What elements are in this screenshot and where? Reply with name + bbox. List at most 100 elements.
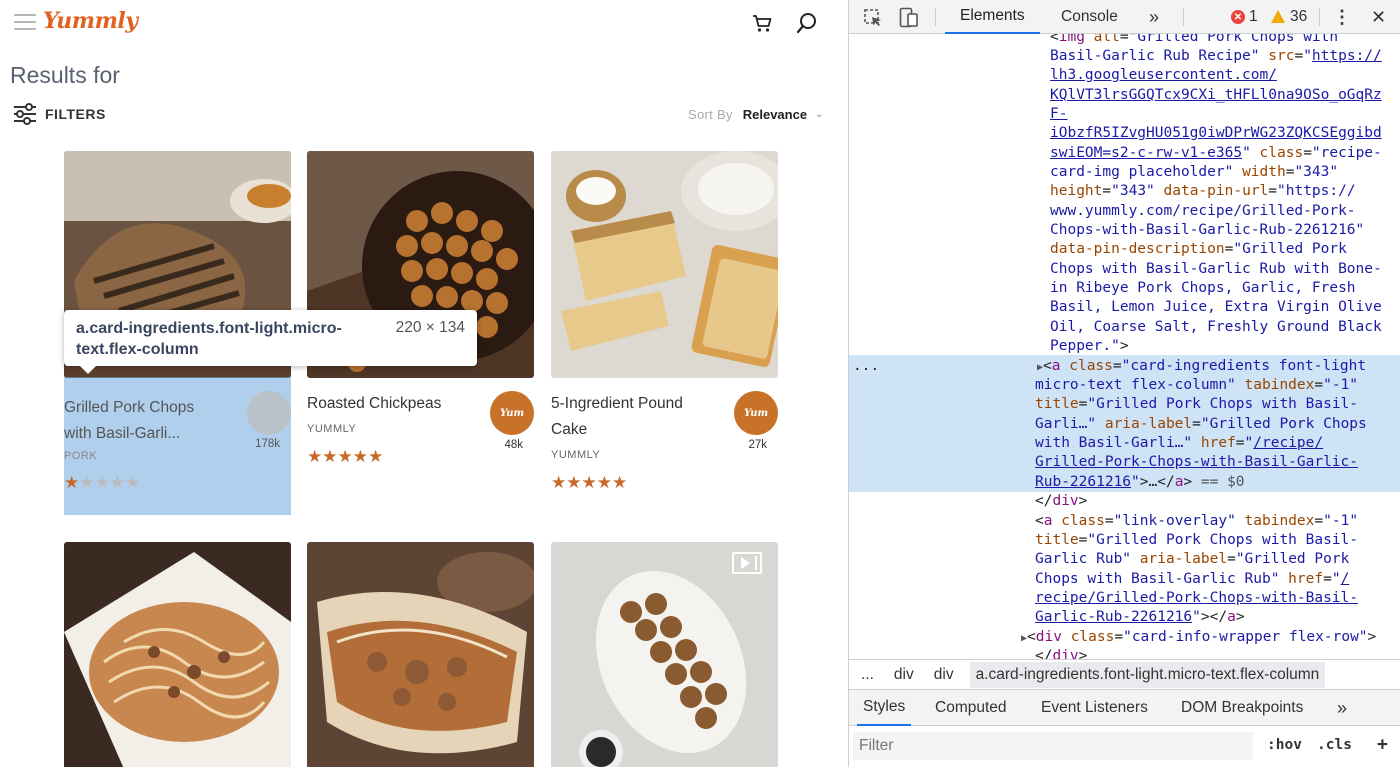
recipe-card[interactable]: 5-Ingredient Pound Cake YUMMLY ★★★★★ Yum … (551, 151, 778, 492)
dom-line[interactable]: data-pin-description="Grilled Pork (1050, 240, 1347, 259)
recipe-card[interactable] (551, 542, 778, 767)
recipe-image[interactable] (307, 542, 534, 767)
dom-line[interactable]: swiEOM=s2-c-rw-v1-e365" class="recipe- (1050, 144, 1382, 163)
star-rating: ★★★★★ (307, 447, 384, 466)
yummly-logo[interactable]: Yummly (43, 8, 138, 34)
yum-button[interactable]: Yum (490, 391, 534, 435)
breadcrumb-item[interactable]: ... (861, 666, 874, 684)
dom-line[interactable]: title="Grilled Pork Chops with Basil- (1035, 531, 1358, 550)
breadcrumb: ... div div a.card-ingredients.font-ligh… (849, 659, 1400, 690)
dom-line[interactable]: in Ribeye Pork Chops, Garlic, Fresh (1050, 279, 1356, 298)
recipe-card[interactable] (307, 542, 534, 767)
tab-dom-breakpoints[interactable]: DOM Breakpoints (1181, 690, 1303, 726)
styles-filter-bar: Filter :hov .cls + (849, 726, 1400, 767)
device-toolbar-icon[interactable] (899, 7, 919, 29)
dom-line[interactable]: Chops with Basil-Garlic Rub with Bone- (1050, 260, 1382, 279)
recipe-title[interactable]: Roasted Chickpeas (307, 391, 477, 417)
hov-toggle[interactable]: :hov (1267, 737, 1302, 753)
dom-line[interactable]: iObzfR5IZvgHU051g0iwDPrWG23ZQKCSEggibd (1050, 124, 1382, 143)
filters-button[interactable]: FILTERS (13, 103, 106, 125)
dom-line[interactable]: <a class="link-overlay" tabindex="-1" (1035, 512, 1358, 531)
error-count[interactable]: ✕ 1 (1231, 0, 1258, 34)
dom-line-selected[interactable]: micro-text flex-column" tabindex="-1" (1035, 376, 1358, 395)
cls-toggle[interactable]: .cls (1317, 737, 1352, 753)
video-icon (732, 552, 762, 574)
recipe-title[interactable]: Grilled Pork Chops with Basil-Garli... (64, 395, 234, 447)
filter-placeholder: Filter (859, 737, 894, 754)
error-icon: ✕ (1231, 10, 1245, 24)
dom-line[interactable]: </div> (1035, 647, 1087, 659)
inspect-element-icon[interactable] (863, 8, 883, 28)
cart-icon[interactable] (751, 12, 773, 34)
styles-tabbar: Styles Computed Event Listeners DOM Brea… (849, 690, 1400, 726)
breadcrumb-item-selected[interactable]: a.card-ingredients.font-light.micro-text… (969, 661, 1326, 688)
dom-line[interactable]: KQlVT3lrsGGQTcx9CXi_tHFLl0na9OSo_oGqRz (1050, 86, 1382, 105)
dom-line-selected[interactable]: Rub-2261216">…</a> == $0 (1035, 473, 1245, 492)
dom-line-selected[interactable]: Grilled-Pork-Chops-with-Basil-Garlic- (1035, 453, 1358, 472)
tooltip-size: 220 × 134 (395, 319, 465, 336)
dom-line[interactable]: height="343" data-pin-url="https:// (1050, 182, 1356, 201)
hamburger-menu-icon[interactable] (14, 14, 36, 32)
recipe-source: YUMMLY (307, 423, 357, 435)
recipe-source: PORK (64, 450, 98, 462)
dom-line[interactable]: Garlic-Rub-2261216"></a> (1035, 608, 1245, 627)
dom-line-selected[interactable]: with Basil-Garli…" href="/recipe/ (1035, 434, 1323, 453)
devtools-panel: Elements Console » ✕ 1 36 ⋮ ✕ <img alt="G… (848, 0, 1400, 767)
dom-line[interactable]: Chops with Basil-Garlic Rub" href="/ (1035, 570, 1349, 589)
dom-line[interactable]: Basil, Lemon Juice, Extra Virgin Olive (1050, 298, 1382, 317)
inspect-tooltip: a.card-ingredients.font-light.micro-text… (64, 310, 477, 374)
filters-label: FILTERS (45, 106, 106, 122)
dom-line[interactable]: www.yummly.com/recipe/Grilled-Pork- (1050, 202, 1356, 221)
more-tabs-button[interactable]: » (1149, 0, 1159, 34)
tab-elements[interactable]: Elements (945, 0, 1040, 34)
dom-line[interactable]: F- (1050, 105, 1067, 124)
dom-line[interactable]: Garlic Rub" aria-label="Grilled Pork (1035, 550, 1349, 569)
star-rating: ★★★★★ (64, 473, 141, 492)
tab-console[interactable]: Console (1061, 0, 1118, 34)
devtools-tabbar: Elements Console » ✕ 1 36 ⋮ ✕ (849, 0, 1400, 34)
webpage-viewport: Yummly Results for FILTERS Sort By Relev… (0, 0, 848, 767)
element-highlight-overlay: Grilled Pork Chops with Basil-Garli... PO… (64, 377, 291, 515)
dom-line[interactable]: Basil-Garlic Rub Recipe" src="https:// (1050, 47, 1382, 66)
yum-count: 48k (504, 439, 523, 451)
yum-button[interactable]: Yum (734, 391, 778, 435)
recipe-image[interactable] (551, 542, 778, 767)
more-subtabs-button[interactable]: » (1337, 690, 1347, 726)
sort-value: Relevance (742, 107, 808, 122)
dom-line[interactable]: lh3.googleusercontent.com/ (1050, 66, 1277, 85)
yum-button[interactable] (247, 391, 291, 435)
dom-line[interactable]: <img alt="Grilled Pork Chops with (1050, 34, 1338, 47)
dom-line-selected[interactable]: ▶<a class="card-ingredients font-light (1037, 357, 1366, 377)
dom-line[interactable]: Pepper."> (1050, 337, 1129, 356)
tab-styles[interactable]: Styles (857, 690, 912, 726)
sort-label: Sort By (688, 107, 733, 122)
dom-line[interactable]: Oil, Coarse Salt, Freshly Ground Black (1050, 318, 1382, 337)
filters-sliders-icon (14, 103, 36, 125)
warning-count[interactable]: 36 (1271, 0, 1307, 34)
kebab-menu-icon[interactable]: ⋮ (1333, 0, 1351, 34)
tab-event-listeners[interactable]: Event Listeners (1041, 690, 1148, 726)
filter-input[interactable] (853, 732, 1253, 760)
dom-line-selected[interactable]: Garli…" aria-label="Grilled Pork Chops (1035, 415, 1367, 434)
dom-line[interactable]: card-img placeholder" width="343" (1050, 163, 1338, 182)
close-icon[interactable]: ✕ (1371, 0, 1386, 34)
breadcrumb-item[interactable]: div (934, 666, 954, 684)
star-rating: ★★★★★ (551, 473, 628, 492)
recipe-title[interactable]: 5-Ingredient Pound Cake (551, 391, 721, 443)
sort-dropdown[interactable]: Sort By Relevance ⌄ (688, 107, 823, 122)
dom-line[interactable]: </div> (1035, 492, 1087, 511)
recipe-image[interactable] (64, 542, 291, 767)
search-icon[interactable] (795, 11, 819, 35)
add-rule-button[interactable]: + (1377, 734, 1388, 755)
dom-line[interactable]: recipe/Grilled-Pork-Chops-with-Basil- (1035, 589, 1358, 608)
warning-icon (1271, 9, 1285, 23)
recipe-image[interactable] (551, 151, 778, 378)
recipe-card[interactable] (64, 542, 291, 767)
dom-line[interactable]: Chops-with-Basil-Garlic-Rub-2261216" (1050, 221, 1364, 240)
dom-line[interactable]: ▶<div class="card-info-wrapper flex-row"… (1021, 628, 1376, 648)
node-ellipsis[interactable]: ... (853, 357, 879, 376)
tab-computed[interactable]: Computed (935, 690, 1007, 726)
dom-line-selected[interactable]: title="Grilled Pork Chops with Basil- (1035, 395, 1358, 414)
breadcrumb-item[interactable]: div (894, 666, 914, 684)
dom-tree: <img alt="Grilled Pork Chops with Basil-… (849, 34, 1400, 659)
